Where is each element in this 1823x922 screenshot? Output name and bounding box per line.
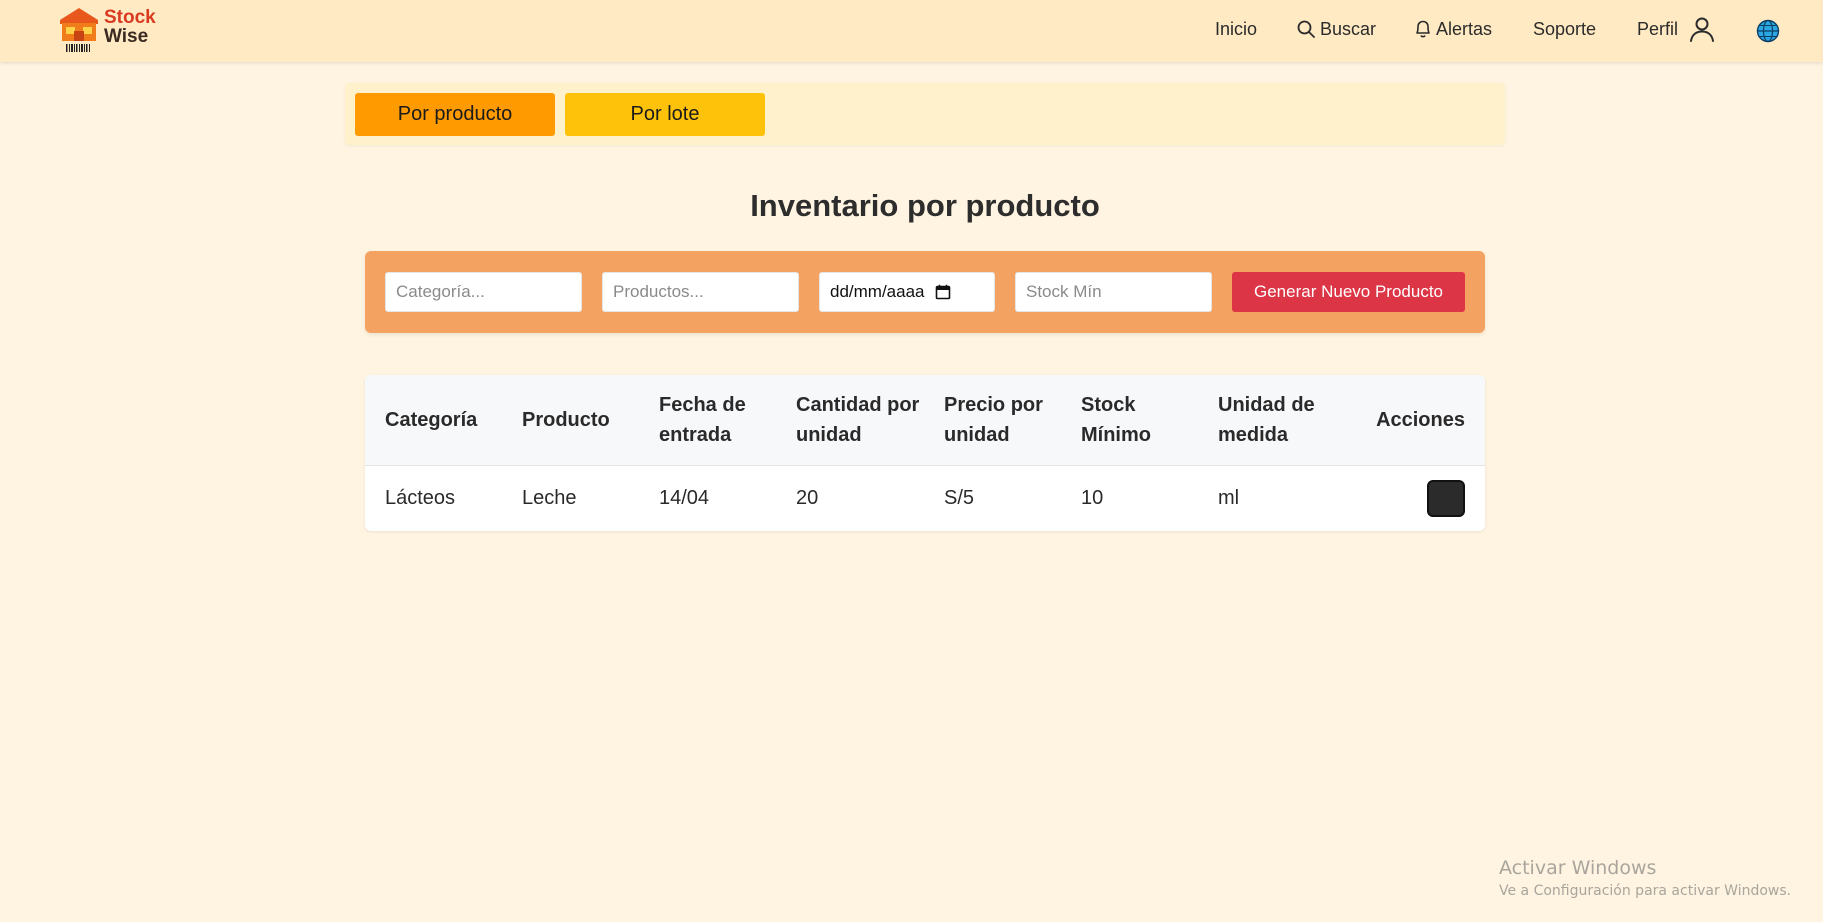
- warehouse-logo-icon: [60, 8, 98, 52]
- table-row: Lácteos Leche 14/04 20 S/5 10 ml: [365, 465, 1485, 531]
- table-header-row: Categoría Producto Fecha de entrada Cant…: [365, 375, 1485, 465]
- navbar: Stock Wise Inicio Buscar Alertas Soporte…: [0, 0, 1823, 62]
- bell-icon: [1416, 20, 1430, 38]
- watermark-title: Activar Windows: [1499, 857, 1657, 879]
- watermark-subtitle: Ve a Configuración para activar Windows.: [1499, 883, 1792, 899]
- calendar-icon[interactable]: [935, 284, 951, 300]
- date-placeholder: dd/mm/aaaa: [830, 282, 925, 301]
- header-cantidad: Cantidad por unidad: [796, 393, 920, 446]
- filter-bar: dd/mm/aaaa Generar Nuevo Producto: [365, 251, 1485, 333]
- language-button[interactable]: [1756, 16, 1780, 46]
- search-icon: [1297, 20, 1315, 38]
- nav-inicio-label: Inicio: [1215, 19, 1258, 39]
- cell-stock: 10: [1081, 486, 1104, 509]
- nav-inicio[interactable]: Inicio: [1215, 14, 1257, 44]
- inventory-table: Categoría Producto Fecha de entrada Cant…: [365, 375, 1485, 531]
- nav-soporte[interactable]: Soporte: [1533, 14, 1596, 44]
- tab-por-lote[interactable]: Por lote: [565, 93, 765, 136]
- header-precio: Precio por unidad: [944, 393, 1043, 446]
- header-stock: Stock Mínimo: [1081, 393, 1151, 446]
- brand-name: Stock Wise: [104, 8, 156, 46]
- tab-por-producto[interactable]: Por producto: [355, 93, 555, 136]
- view-tabs: Por producto Por lote: [345, 83, 1505, 145]
- header-categoria: Categoría: [385, 408, 478, 431]
- nav-alertas[interactable]: Alertas: [1414, 14, 1492, 44]
- cell-acciones: [1335, 465, 1485, 531]
- header-acciones: Acciones: [1376, 408, 1465, 431]
- windows-activation-watermark: Activar Windows Ve a Configuración para …: [1499, 857, 1791, 899]
- categoria-input[interactable]: [385, 272, 582, 312]
- stock-min-input[interactable]: [1015, 272, 1212, 312]
- nav-alertas-label: Alertas: [1436, 19, 1493, 39]
- nav-buscar[interactable]: Buscar: [1296, 14, 1376, 44]
- cell-cantidad: 20: [796, 486, 819, 509]
- page-title: Inventario por producto: [750, 188, 1100, 223]
- globe-icon: [1756, 19, 1780, 43]
- productos-input[interactable]: [602, 272, 799, 312]
- brand-logo[interactable]: Stock Wise: [58, 6, 168, 52]
- nav-soporte-label: Soporte: [1533, 19, 1597, 39]
- nav-buscar-label: Buscar: [1320, 19, 1377, 39]
- cell-categoria: Lácteos: [385, 486, 456, 509]
- header-fecha: Fecha de entrada: [659, 393, 746, 446]
- brand-line-2: Wise: [104, 26, 149, 47]
- header-unidad: Unidad de medida: [1218, 393, 1315, 446]
- generate-product-button[interactable]: Generar Nuevo Producto: [1232, 272, 1465, 312]
- cell-producto: Leche: [522, 486, 577, 509]
- fecha-input[interactable]: dd/mm/aaaa: [819, 272, 995, 312]
- header-producto: Producto: [522, 408, 610, 431]
- cell-precio: S/5: [944, 486, 975, 509]
- cell-unidad: ml: [1218, 486, 1240, 509]
- nav-perfil-label: Perfil: [1637, 19, 1679, 39]
- nav-perfil[interactable]: Perfil: [1637, 14, 1716, 44]
- user-icon: [1690, 17, 1715, 42]
- brand-line-1: Stock: [104, 7, 156, 28]
- cell-fecha: 14/04: [659, 486, 710, 509]
- row-action-button[interactable]: [1427, 479, 1465, 517]
